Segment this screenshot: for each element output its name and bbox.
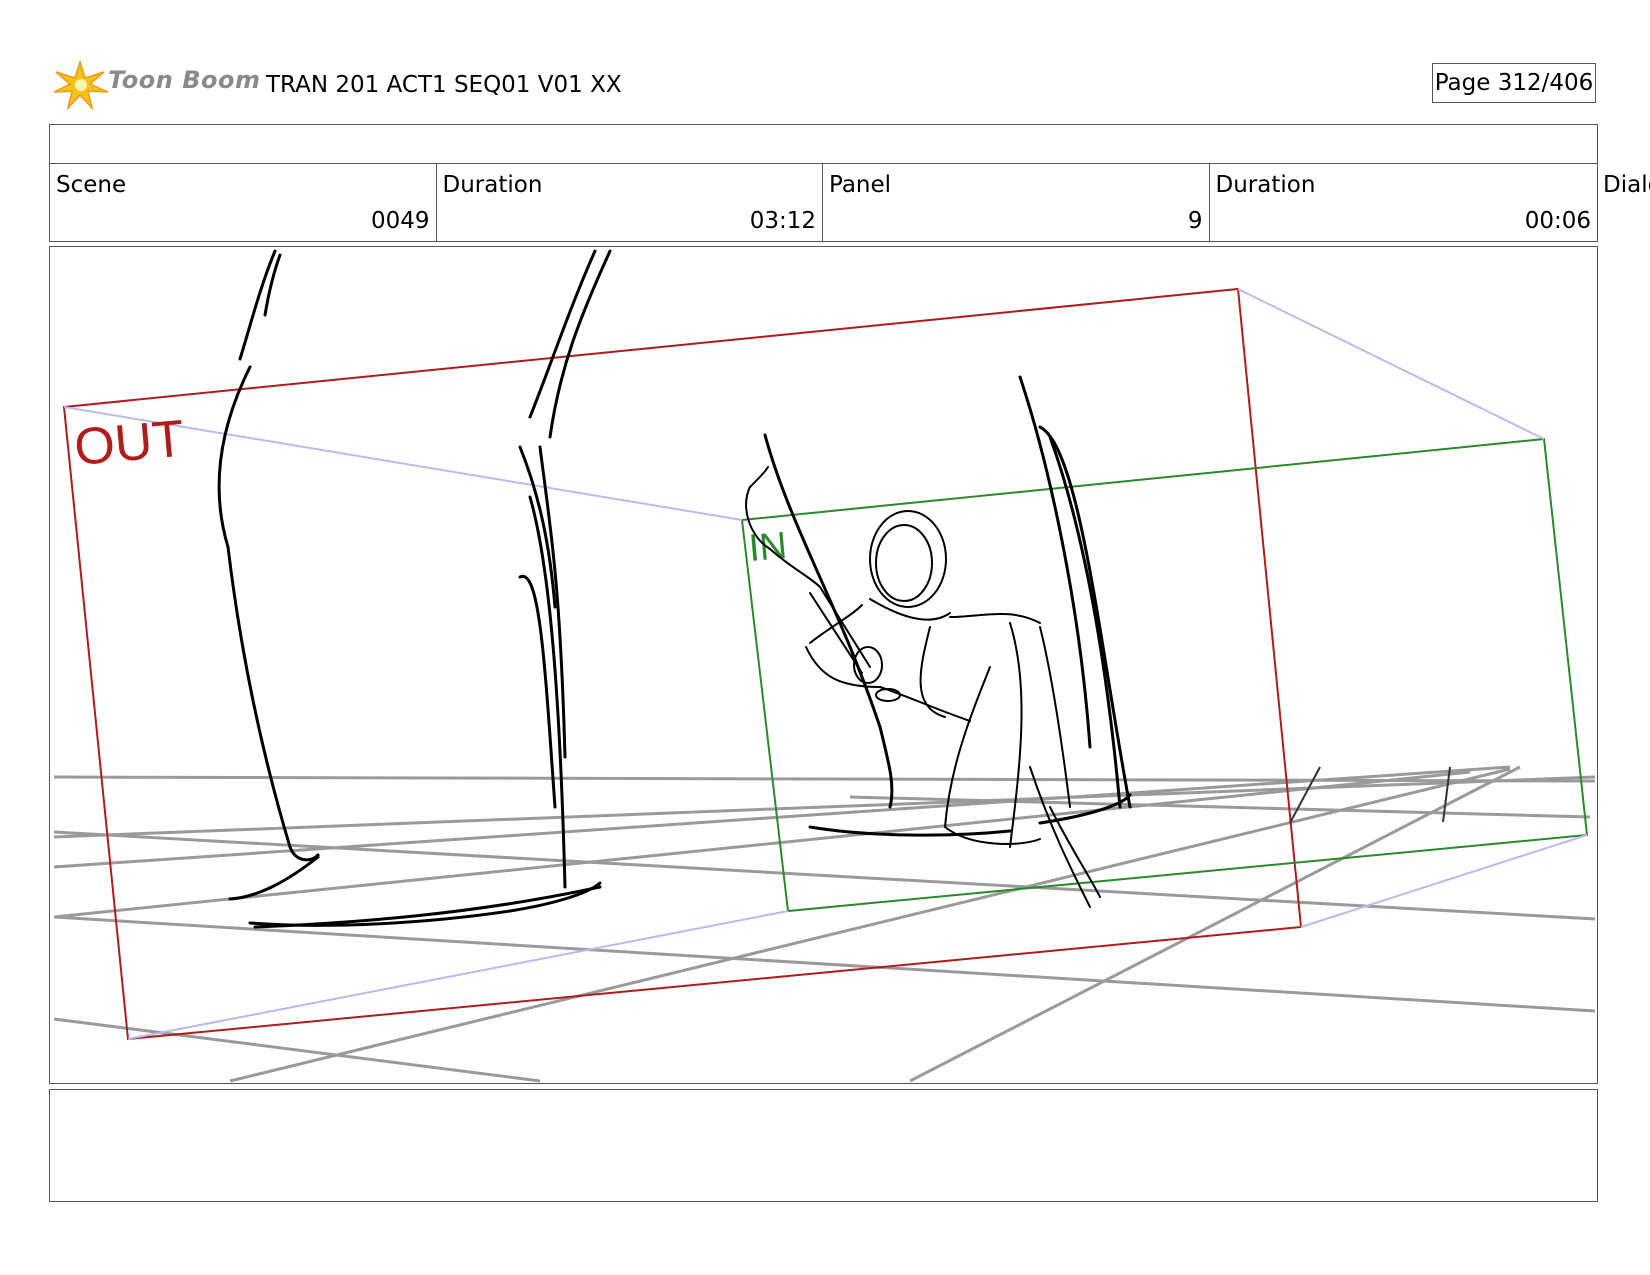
scene-cell: Scene 0049: [50, 164, 437, 242]
panel-label: Panel: [829, 172, 892, 198]
out-label: OUT: [72, 410, 186, 477]
panel-duration-value: 00:06: [1524, 208, 1591, 234]
storyboard-panel: OUT IN: [49, 246, 1598, 1084]
scene-value: 0049: [370, 208, 430, 234]
scene-duration-value: 03:12: [749, 208, 816, 234]
info-top-row: [50, 125, 1597, 164]
panel-cell: Panel 9: [823, 164, 1210, 242]
giant-legs-sketch: [217, 249, 612, 929]
out-camera-frame: [62, 287, 1303, 1041]
scene-duration-cell: Duration 03:12: [437, 164, 823, 242]
logo-wordmark: Toon Boom: [108, 66, 261, 94]
scene-info-table: Scene 0049 Duration 03:12 Panel 9 Durati…: [49, 124, 1598, 242]
panel-sketch: OUT IN: [53, 249, 1596, 1083]
panel-duration-label: Duration: [1215, 172, 1316, 198]
document-title: TRAN 201 ACT1 SEQ01 V01 XX: [266, 72, 622, 98]
dialog-label: Dialo: [1603, 172, 1650, 198]
notes-area: [49, 1089, 1598, 1202]
right-legs-sketch: [763, 375, 1132, 837]
scene-label: Scene: [56, 172, 127, 198]
panel-duration-cell: Duration 00:06: [1210, 164, 1598, 242]
info-row: Scene 0049 Duration 03:12 Panel 9 Durati…: [50, 164, 1597, 242]
scene-duration-label: Duration: [442, 172, 543, 198]
toon-boom-logo: Toon Boom: [52, 58, 260, 112]
page-indicator: Page 312/406: [1432, 63, 1596, 103]
panel-value: 9: [1187, 208, 1203, 234]
in-camera-frame: [740, 437, 1589, 913]
starburst-icon: [53, 59, 109, 111]
